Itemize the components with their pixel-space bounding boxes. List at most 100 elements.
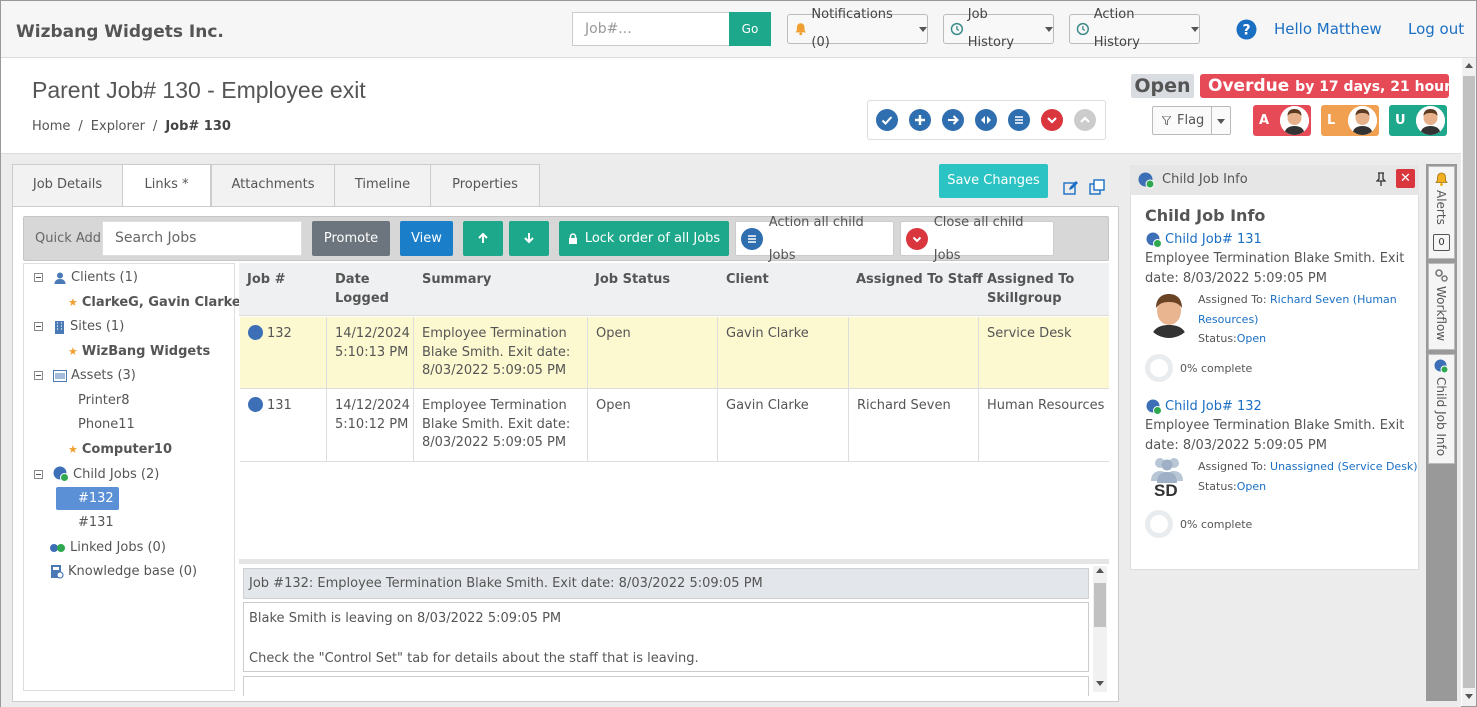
scroll-down-icon[interactable] <box>1096 681 1104 686</box>
child-job-link[interactable]: Child Job# 132 <box>1165 397 1262 417</box>
tab-job-details[interactable]: Job Details <box>12 164 123 207</box>
lock-order-button[interactable]: Lock order of all Jobs <box>559 221 729 256</box>
list-icon[interactable] <box>1008 109 1030 131</box>
save-changes-button[interactable]: Save Changes <box>939 164 1048 198</box>
job-number-input[interactable]: Job#... <box>572 12 730 46</box>
assignee-link[interactable]: Unassigned (Service Desk) <box>1270 460 1418 473</box>
progress-ring <box>1145 510 1173 538</box>
star-icon: ★ <box>68 345 78 358</box>
status-link[interactable]: Open <box>1237 332 1266 345</box>
tree-item-child-job[interactable]: #131 <box>78 515 114 530</box>
help-icon[interactable]: ? <box>1236 19 1257 40</box>
column-header-job[interactable]: Job # <box>247 270 286 289</box>
check-icon[interactable] <box>876 109 898 131</box>
summary-cell: Employee Termination Blake Smith. Exit da… <box>422 397 570 453</box>
tree-node-child-jobs[interactable]: Child Jobs (2) <box>34 466 159 482</box>
close-all-label: Close all child Jobs <box>933 214 1024 263</box>
page-scrollbar[interactable] <box>1462 58 1476 706</box>
tree-item-client[interactable]: ★ ClarkeG, Gavin Clarke <box>68 295 241 310</box>
view-button[interactable]: View <box>400 221 453 256</box>
tab-attachments[interactable]: Attachments <box>211 164 335 207</box>
scroll-up-icon[interactable] <box>1096 568 1104 573</box>
scroll-thumb[interactable] <box>1463 76 1475 688</box>
side-tab-workflow[interactable]: Workflow <box>1428 263 1455 350</box>
collapse-toggle[interactable] <box>34 469 43 479</box>
pin-icon[interactable] <box>1376 172 1386 186</box>
tree-node-clients[interactable]: Clients (1) <box>34 270 138 285</box>
plus-icon[interactable] <box>909 109 931 131</box>
status-badge: Open <box>1131 74 1194 98</box>
copy-icon[interactable] <box>1089 179 1106 196</box>
job-number-cell[interactable]: 131 <box>248 397 292 416</box>
brand-name[interactable]: Wizbang Widgets Inc. <box>16 22 224 42</box>
assignee-l[interactable]: L <box>1321 105 1379 136</box>
column-header-skillgroup[interactable]: Assigned To Skillgroup <box>987 270 1087 308</box>
column-header-summary[interactable]: Summary <box>422 270 491 289</box>
move-up-button[interactable] <box>463 221 503 256</box>
scroll-up-icon[interactable] <box>1465 63 1473 68</box>
tab-timeline[interactable]: Timeline <box>334 164 431 207</box>
collapse-toggle[interactable] <box>34 371 43 380</box>
move-down-button[interactable] <box>509 221 549 256</box>
tab-links[interactable]: Links * <box>122 164 211 208</box>
arrow-right-icon[interactable] <box>942 109 964 131</box>
tree-item-asset[interactable]: Printer8 <box>78 393 130 408</box>
child-job-icon <box>1434 359 1449 374</box>
assignee-link[interactable]: Richard Seven (Human <box>1270 293 1397 306</box>
tree-item-child-job[interactable]: #132 <box>78 491 114 506</box>
action-all-child-jobs-button[interactable]: Action all child Jobs <box>735 215 894 263</box>
job-number-cell[interactable]: 132 <box>248 325 292 344</box>
pane-splitter[interactable] <box>239 559 1109 564</box>
promote-button[interactable]: Promote <box>312 221 390 256</box>
split-arrows-icon[interactable] <box>975 109 997 131</box>
history-icon <box>950 22 964 36</box>
status-link[interactable]: Open <box>1237 480 1266 493</box>
breadcrumb-home[interactable]: Home <box>32 119 70 134</box>
divider <box>978 317 979 462</box>
tree-node-assets[interactable]: Assets (3) <box>34 368 136 383</box>
action-history-dropdown[interactable]: Action History <box>1069 7 1200 50</box>
tree-node-knowledge-base[interactable]: Knowledge base (0) <box>49 564 197 579</box>
column-header-staff[interactable]: Assigned To Staff <box>856 270 983 289</box>
side-tab-child-job-info[interactable]: Child Job Info <box>1428 354 1455 464</box>
collapse-toggle[interactable] <box>34 273 43 282</box>
assignee-a[interactable]: A <box>1253 105 1311 136</box>
go-button[interactable]: Go <box>729 12 771 46</box>
assigned-to: Assigned To: Richard Seven (Human <box>1198 290 1397 310</box>
client-cell: Gavin Clarke <box>726 398 809 413</box>
tree-item-asset[interactable]: Phone11 <box>78 417 135 432</box>
job-history-dropdown[interactable]: Job History <box>943 7 1054 50</box>
tree-node-sites[interactable]: Sites (1) <box>34 319 124 334</box>
tab-properties[interactable]: Properties <box>430 164 540 207</box>
child-job-link[interactable]: Child Job# 131 <box>1165 230 1262 250</box>
close-all-child-jobs-button[interactable]: Close all child Jobs <box>900 215 1054 263</box>
breadcrumb-explorer[interactable]: Explorer <box>91 119 145 134</box>
column-header-date[interactable]: Date Logged <box>335 270 395 308</box>
column-header-client[interactable]: Client <box>726 270 769 289</box>
notifications-dropdown[interactable]: Notifications (0) <box>787 7 928 50</box>
side-tab-alerts[interactable]: Alerts 0 <box>1428 166 1455 259</box>
chevron-down-icon[interactable] <box>1217 119 1225 124</box>
user-greeting[interactable]: Hello Matthew <box>1274 20 1382 38</box>
search-jobs-input[interactable]: Search Jobs <box>102 221 302 256</box>
tree-node-linked-jobs[interactable]: Linked Jobs (0) <box>49 540 166 555</box>
assignee-u[interactable]: U <box>1389 105 1447 136</box>
logout-link[interactable]: Log out <box>1408 20 1464 38</box>
chevron-down-icon[interactable] <box>1041 109 1063 131</box>
assignee-link[interactable]: Resources) <box>1198 310 1258 330</box>
page-title: Parent Job# 130 - Employee exit <box>32 77 366 103</box>
edit-icon[interactable] <box>1063 180 1079 196</box>
scroll-thumb[interactable] <box>1094 583 1106 627</box>
column-header-status[interactable]: Job Status <box>595 270 670 289</box>
tree-item-site[interactable]: ★ WizBang Widgets <box>68 344 210 359</box>
chevron-up-icon[interactable] <box>1074 109 1096 131</box>
tree-item-asset[interactable]: ★ Computer10 <box>68 442 172 457</box>
assigned-to-label: Assigned To: <box>1198 460 1267 473</box>
child-job-description: date: 8/03/2022 5:09:05 PM <box>1145 438 1327 453</box>
collapse-toggle[interactable] <box>34 322 43 331</box>
detail-scrollbar[interactable] <box>1093 566 1107 692</box>
job-history-label: Job History <box>967 7 1015 50</box>
flag-button[interactable]: Flag <box>1152 106 1231 135</box>
close-icon[interactable]: ✕ <box>1396 169 1415 188</box>
scroll-down-icon[interactable] <box>1465 694 1473 699</box>
